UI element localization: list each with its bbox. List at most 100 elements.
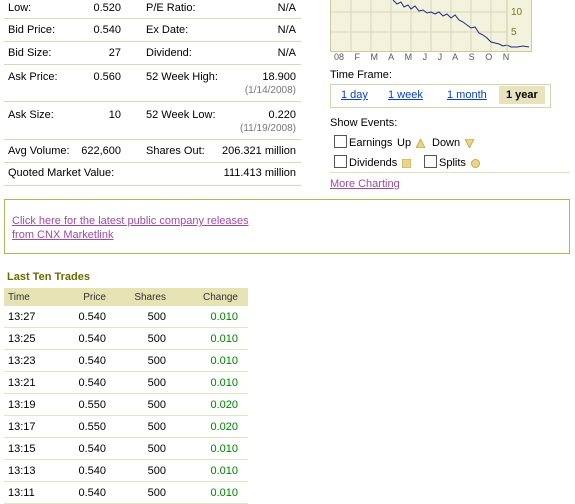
chart-x-tick: A [388,52,395,62]
company-releases-box: Click here for the latest public company… [4,199,570,254]
chart-x-tick: J [422,52,428,62]
quote-row-ask-price: Ask Price: 0.560 52 Week High: 18.900 (1… [4,65,301,102]
quote-row-bid-price: Bid Price: 0.540 Ex Date: N/A [4,19,301,42]
chart-x-axis: 08 F M A M J J A S O N [334,52,514,62]
dividends-label-text: Dividends [349,157,398,169]
quote-label: 52 Week Low: [146,109,216,121]
quote-row-avg-volume: Avg Volume: 622,600 Shares Out: 206.321 … [4,140,301,163]
trade-shares: 500 [147,311,166,323]
splits-label: Splits [439,157,480,169]
trade-shares: 500 [147,421,166,433]
time-frame-selector: 1 day 1 week 1 month 1 year [330,84,551,108]
chart-x-tick: J [437,52,443,62]
earnings-up-label: Up [397,137,426,149]
up-triangle-icon [416,138,426,148]
down-triangle-icon [465,138,475,148]
quote-value: N/A [277,47,296,59]
table-row: 13:27 0.540 500 0.010 [4,306,248,328]
quote-date: (1/14/2008) [244,85,296,96]
chart-y-tick: 5 [511,27,517,38]
table-row: 13:15 0.540 500 0.010 [4,438,248,460]
quote-value: 18.900 [262,71,296,83]
trade-time: 13:27 [8,311,36,323]
dividends-checkbox[interactable] [334,155,347,168]
time-frame-1-week[interactable]: 1 week [388,89,423,101]
dividend-marker-icon [402,158,412,168]
trade-time: 13:17 [8,421,36,433]
header-change: Change [202,292,238,303]
quote-label: Bid Size: [8,47,52,59]
quote-value: 0.520 [93,2,121,14]
dividends-label: Dividends [349,157,412,169]
quote-row-low: Low: 0.520 P/E Ratio: N/A [4,0,301,19]
time-frame-1-day[interactable]: 1 day [341,89,368,101]
chart-x-tick: M [370,52,379,62]
quote-label: 52 Week High: [146,71,218,83]
more-charting-link[interactable]: More Charting [330,178,400,190]
trade-change: 0.010 [210,355,238,367]
chart-x-tick: O [485,52,493,62]
trade-time: 13:13 [8,465,36,477]
company-releases-link[interactable]: Click here for the latest public company… [12,215,249,227]
table-row: 13:19 0.550 500 0.020 [4,394,248,416]
earnings-label: Earnings [349,137,393,149]
quote-label: Low: [8,2,32,14]
quote-value: 0.560 [93,71,121,83]
trade-shares: 500 [147,377,166,389]
quote-label: Bid Price: [8,24,56,36]
quote-value: 10 [108,109,121,121]
trade-shares: 500 [147,443,166,455]
header-price: Price [83,292,106,303]
quote-row-bid-size: Bid Size: 27 Dividend: N/A [4,42,301,65]
quote-label: Avg Volume: [8,145,70,157]
last-ten-trades-title: Last Ten Trades [7,271,90,283]
splits-label-text: Splits [439,157,466,169]
trades-header: Time Price Shares Change [4,288,248,306]
chart-x-tick: A [452,52,459,62]
splits-checkbox[interactable] [424,155,437,168]
trade-time: 13:19 [8,399,36,411]
quote-label: Quoted Market Value: [8,167,115,179]
trade-change: 0.010 [210,377,238,389]
trade-price: 0.540 [78,311,106,323]
trade-change: 0.010 [210,311,238,323]
events-divider [330,172,570,173]
quote-row-market-value: Quoted Market Value: 111.413 million [4,163,301,186]
quote-label: P/E Ratio: [146,2,196,14]
trade-price: 0.550 [78,399,106,411]
split-marker-icon [470,158,480,168]
time-frame-1-month[interactable]: 1 month [447,89,487,101]
quote-row-ask-size: Ask Size: 10 52 Week Low: 0.220 (11/19/2… [4,102,301,140]
quote-value: 0.540 [93,24,121,36]
quote-value: 0.220 [268,109,296,121]
trade-price: 0.540 [78,377,106,389]
trade-time: 13:23 [8,355,36,367]
quote-value: 111.413 million [223,167,296,179]
show-events-label: Show Events: [330,117,398,129]
time-frame-label: Time Frame: [330,69,392,81]
time-frame-1-year[interactable]: 1 year [499,86,545,104]
trades-body: 13:27 0.540 500 0.010 13:25 0.540 500 0.010 13:2… [4,306,248,504]
table-row: 13:21 0.540 500 0.010 [4,372,248,394]
trade-price: 0.540 [78,443,106,455]
header-shares: Shares [134,292,166,303]
quote-table: Low: 0.520 P/E Ratio: N/A Bid Price: 0.5… [4,0,301,186]
cnx-marketlink-link[interactable]: from CNX Marketlink [12,229,113,241]
trade-shares: 500 [147,465,166,477]
trade-shares: 500 [147,355,166,367]
up-label-text: Up [397,137,412,149]
earnings-checkbox[interactable] [334,135,347,148]
quote-label: Ask Price: [8,71,58,83]
quote-label: Dividend: [146,47,192,59]
quote-value: 622,600 [81,145,121,157]
table-row: 13:17 0.550 500 0.020 [4,416,248,438]
table-row: 13:23 0.540 500 0.010 [4,350,248,372]
trade-change: 0.010 [210,333,238,345]
quote-label: Ask Size: [8,109,54,121]
earnings-down-label: Down [432,137,475,149]
trade-price: 0.540 [78,487,106,499]
header-time: Time [8,292,30,303]
price-chart[interactable]: 10 5 [330,0,532,52]
trade-change: 0.020 [210,399,238,411]
trade-shares: 500 [147,487,166,499]
